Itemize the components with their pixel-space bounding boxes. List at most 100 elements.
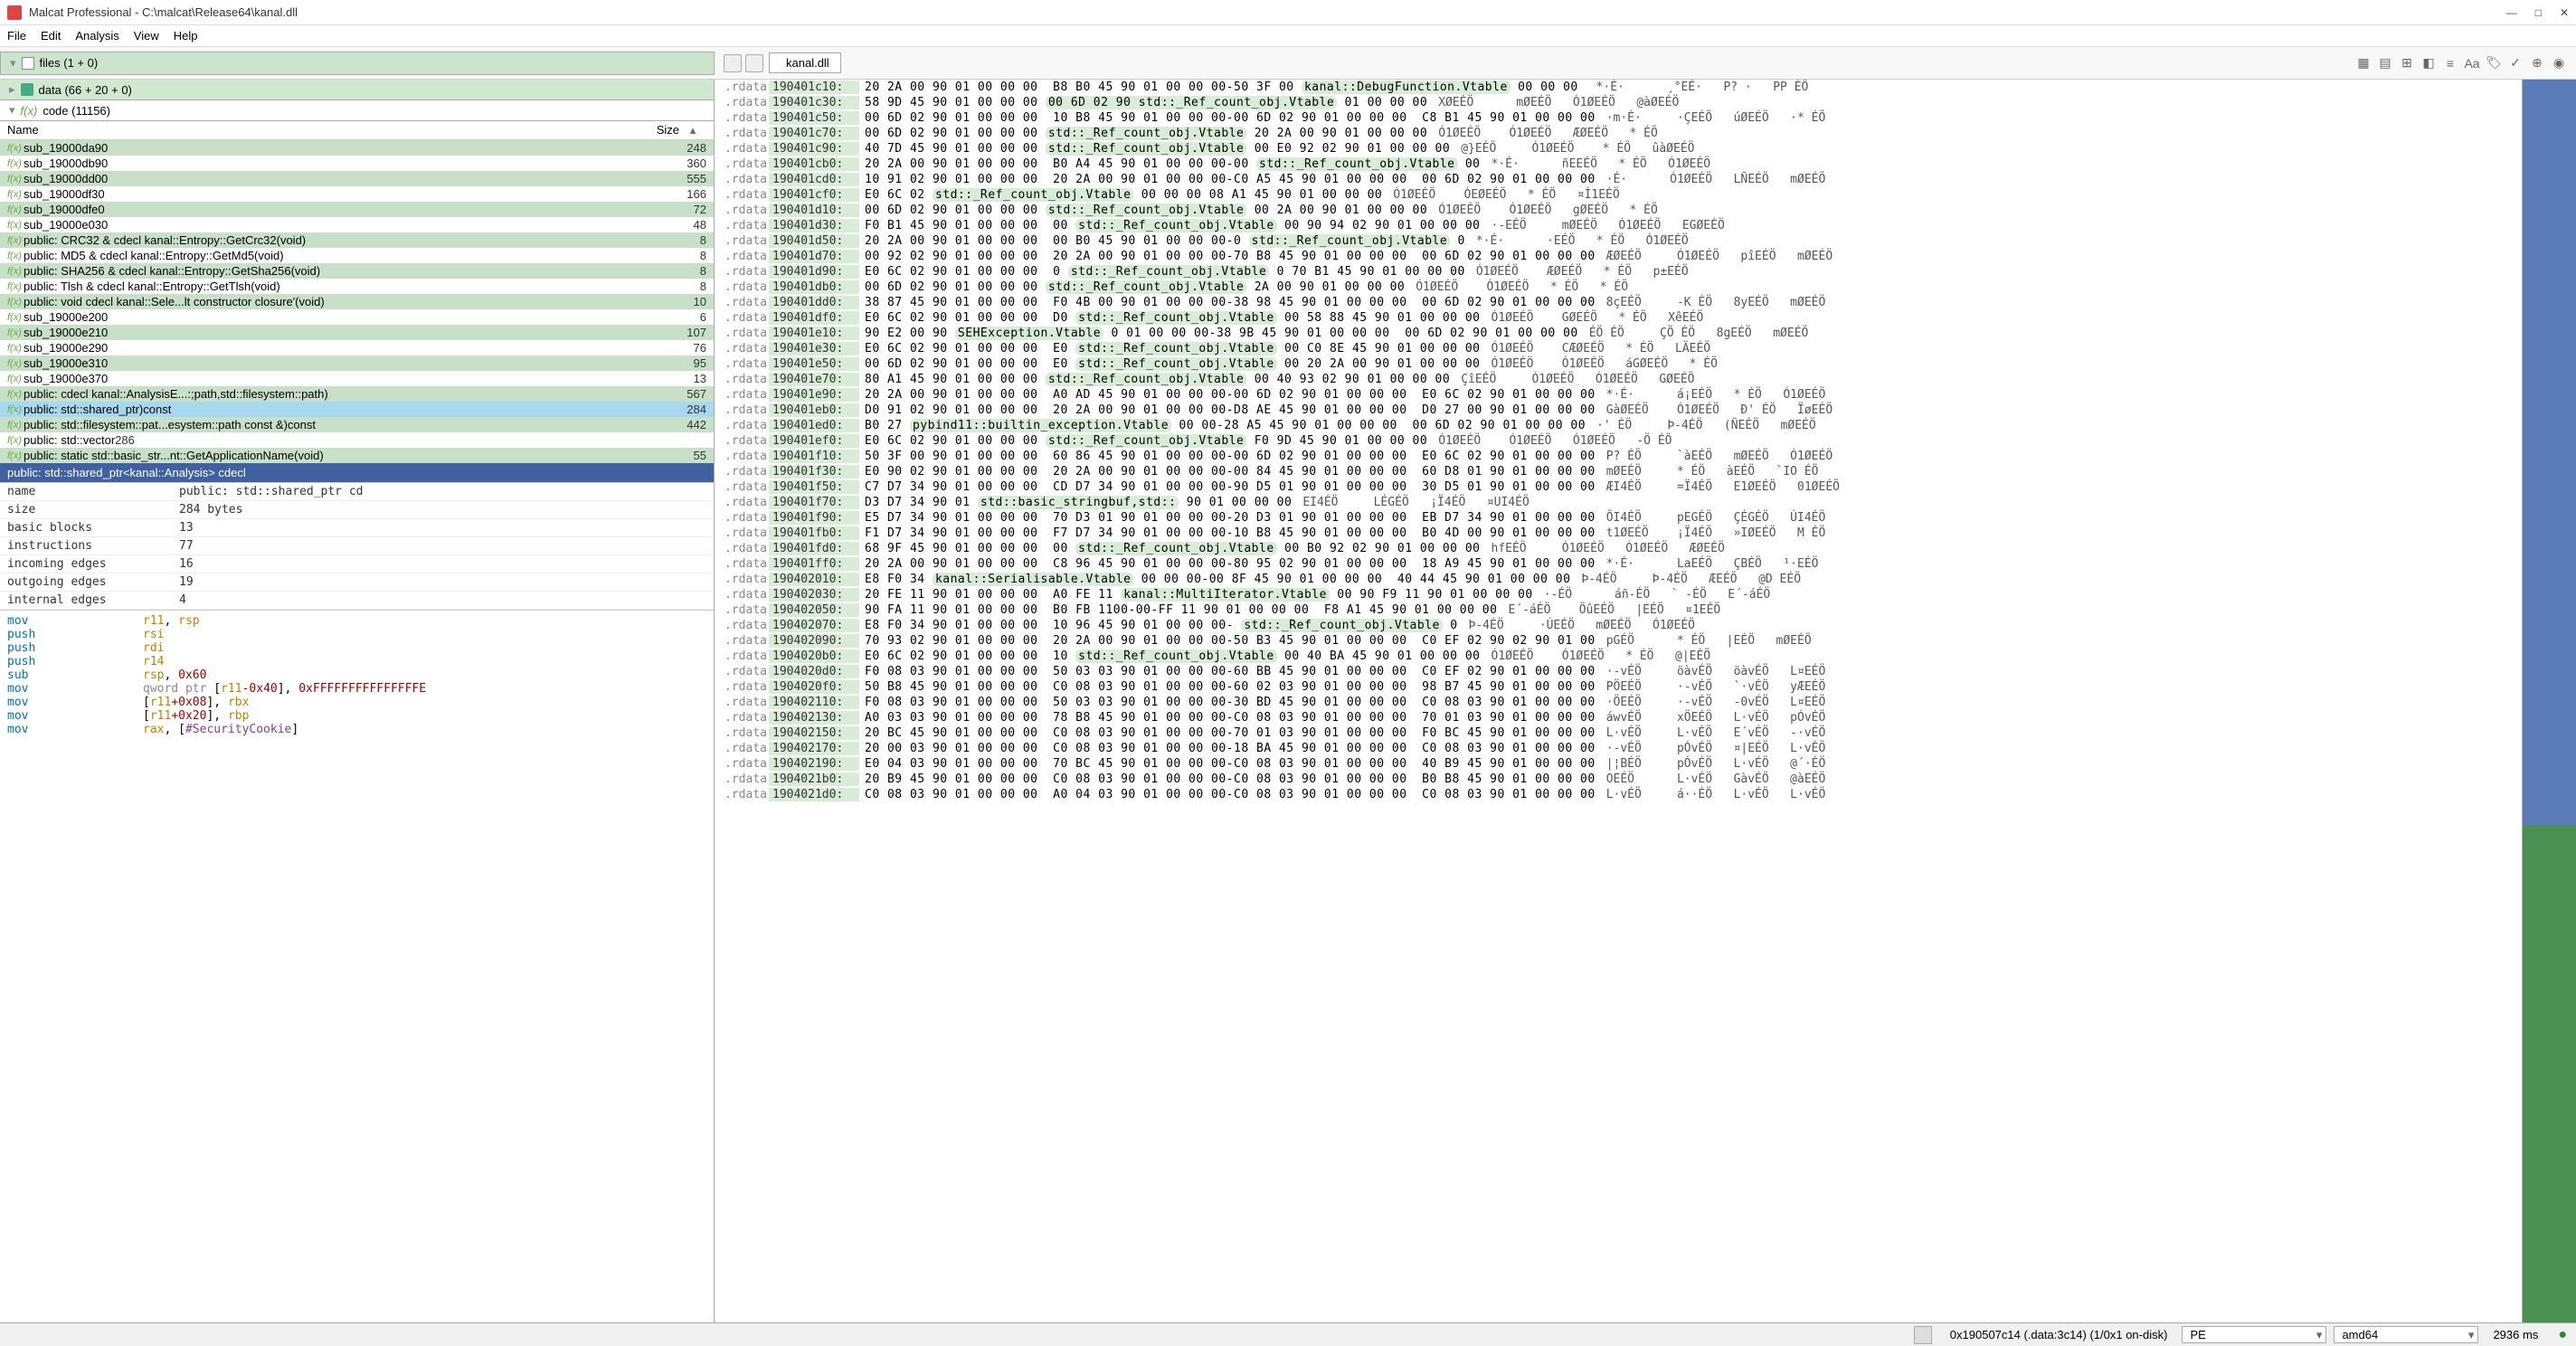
hex-line[interactable]: .rdata190401c10:20 2A 00 90 01 00 00 00 … <box>715 80 2522 95</box>
symbol-ref[interactable]: std::_Ref_count_obj.Vtable <box>1249 234 1451 248</box>
function-row[interactable]: f(x)public: MD5 & cdecl kanal::Entropy::… <box>0 248 714 263</box>
function-row[interactable]: f(x)sub_19000e2006 <box>0 309 714 325</box>
symbol-ref[interactable]: std::_Ref_count_obj.Vtable <box>1075 342 1277 355</box>
function-row[interactable]: f(x)sub_19000da90248 <box>0 140 714 156</box>
hex-line[interactable]: .rdata190401db0:00 6D 02 90 01 00 00 00 … <box>715 280 2522 295</box>
symbol-ref[interactable]: kanal::Serialisable.Vtable <box>933 573 1134 586</box>
symbol-ref[interactable]: kanal::DebugFunction.Vtable <box>1302 81 1511 94</box>
symbol-ref[interactable]: std::_Ref_count_obj.Vtable <box>1046 434 1247 448</box>
hex-line[interactable]: .rdata190402190:E0 04 03 90 01 00 00 00 … <box>715 756 2522 772</box>
symbol-ref[interactable]: std::_Ref_count_obj.Vtable <box>933 188 1134 202</box>
function-row[interactable]: f(x)public: cdecl kanal::AnalysisE...:;p… <box>0 386 714 402</box>
menu-help[interactable]: Help <box>174 29 198 43</box>
hex-line[interactable]: .rdata190401e70:80 A1 45 90 01 00 00 00 … <box>715 372 2522 387</box>
symbol-ref[interactable]: std::_Ref_count_obj.Vtable <box>1068 265 1270 279</box>
symbol-ref[interactable]: std::_Ref_count_obj.Vtable <box>1075 649 1277 663</box>
function-row[interactable]: f(x)public: std::filesystem::pat...esyst… <box>0 417 714 432</box>
hex-line[interactable]: .rdata190402030:20 FE 11 90 01 00 00 00 … <box>715 587 2522 602</box>
hex-line[interactable]: .rdata190402130:A0 03 03 90 01 00 00 00 … <box>715 710 2522 725</box>
arch-dropdown[interactable]: amd64 <box>2334 1326 2478 1343</box>
function-row[interactable]: f(x)sub_19000e29076 <box>0 340 714 355</box>
view-icon-9[interactable]: ⊕ <box>2527 53 2547 73</box>
close-button[interactable]: ✕ <box>2560 6 2569 19</box>
function-row[interactable]: f(x)public: std::vector286 <box>0 432 714 448</box>
hex-line[interactable]: .rdata1904020d0:F0 08 03 90 01 00 00 00 … <box>715 664 2522 679</box>
symbol-ref[interactable]: std::_Ref_count_obj.Vtable <box>1075 219 1277 232</box>
hex-line[interactable]: .rdata190401c70:00 6D 02 90 01 00 00 00 … <box>715 126 2522 141</box>
symbol-ref[interactable]: std::_Ref_count_obj.Vtable <box>1046 142 1247 156</box>
view-icon-8[interactable]: ✓ <box>2505 53 2525 73</box>
function-row[interactable]: f(x)public: SHA256 & cdecl kanal::Entrop… <box>0 263 714 279</box>
hex-line[interactable]: .rdata1904020f0:50 B8 45 90 01 00 00 00 … <box>715 679 2522 695</box>
function-row[interactable]: f(x)sub_19000e31095 <box>0 355 714 371</box>
view-icon-10[interactable]: ◉ <box>2549 53 2569 73</box>
menu-view[interactable]: View <box>134 29 159 43</box>
symbol-ref[interactable]: SEHException.Vtable <box>955 327 1103 340</box>
function-row[interactable]: f(x)public: void cdecl kanal::Sele...lt … <box>0 294 714 309</box>
hex-line[interactable]: .rdata190401ef0:E0 6C 02 90 01 00 00 00 … <box>715 433 2522 449</box>
hex-line[interactable]: .rdata190401ff0:20 2A 00 90 01 00 00 00 … <box>715 556 2522 572</box>
function-row[interactable]: f(x)sub_19000e37013 <box>0 371 714 386</box>
minimap[interactable] <box>2522 80 2576 1322</box>
sort-indicator[interactable]: ▴ <box>679 123 706 137</box>
hex-line[interactable]: .rdata190401c30:58 9D 45 90 01 00 00 00 … <box>715 95 2522 110</box>
symbol-ref[interactable]: std::_Ref_count_obj.Vtable <box>1256 157 1458 171</box>
hex-line[interactable]: .rdata190401cb0:20 2A 00 90 01 00 00 00 … <box>715 156 2522 172</box>
hex-line[interactable]: .rdata190401d30:F0 B1 45 90 01 00 00 00 … <box>715 218 2522 233</box>
hex-line[interactable]: .rdata190401c50:00 6D 02 90 01 00 00 00 … <box>715 110 2522 126</box>
hex-line[interactable]: .rdata190401e30:E0 6C 02 90 01 00 00 00 … <box>715 341 2522 356</box>
symbol-ref[interactable]: std::_Ref_count_obj.Vtable <box>1046 204 1247 217</box>
symbol-ref[interactable]: std::_Ref_count_obj.Vtable <box>1075 311 1277 325</box>
hex-line[interactable]: .rdata1904020b0:E0 6C 02 90 01 00 00 00 … <box>715 649 2522 664</box>
view-icon-2[interactable]: ▤ <box>2375 53 2395 73</box>
col-size[interactable]: Size <box>607 123 679 137</box>
maximize-button[interactable]: □ <box>2535 6 2542 19</box>
hex-line[interactable]: .rdata190401d10:00 6D 02 90 01 00 00 00 … <box>715 203 2522 218</box>
function-row[interactable]: f(x)sub_19000dd00555 <box>0 171 714 186</box>
function-list[interactable]: f(x)sub_19000da90248f(x)sub_19000db90360… <box>0 140 714 463</box>
function-row[interactable]: f(x)sub_19000df30166 <box>0 186 714 202</box>
hex-line[interactable]: .rdata190401df0:E0 6C 02 90 01 00 00 00 … <box>715 310 2522 326</box>
format-dropdown[interactable]: PE <box>2182 1326 2326 1343</box>
function-row[interactable]: f(x)sub_19000dfe072 <box>0 202 714 217</box>
hex-line[interactable]: .rdata190401d50:20 2A 00 90 01 00 00 00 … <box>715 233 2522 249</box>
function-row[interactable]: f(x)public: std::shared_ptr)const284 <box>0 402 714 417</box>
save-icon[interactable] <box>745 54 763 72</box>
hex-line[interactable]: .rdata190401f50:C7 D7 34 90 01 00 00 00 … <box>715 479 2522 495</box>
hex-line[interactable]: .rdata190401cd0:10 91 02 90 01 00 00 00 … <box>715 172 2522 187</box>
hex-line[interactable]: .rdata190401ed0:B0 27 pybind11::builtin_… <box>715 418 2522 433</box>
view-icon-5[interactable]: ≡ <box>2440 53 2460 73</box>
symbol-ref[interactable]: std::basic_stringbuf,std:: <box>978 496 1179 509</box>
symbol-ref[interactable]: std::_Ref_count_obj.Vtable <box>1241 619 1443 632</box>
minimize-button[interactable]: — <box>2506 6 2517 19</box>
symbol-ref[interactable]: std::_Ref_count_obj.Vtable <box>1046 127 1247 140</box>
hex-line[interactable]: .rdata190402050:90 FA 11 90 01 00 00 00 … <box>715 602 2522 618</box>
hex-line[interactable]: .rdata190402070:E8 F0 34 90 01 00 00 00 … <box>715 618 2522 633</box>
menu-edit[interactable]: Edit <box>41 29 61 43</box>
tree-code-header[interactable]: ▾ f(x) code (11156) <box>0 100 714 121</box>
function-row[interactable]: f(x)public: Tlsh & cdecl kanal::Entropy:… <box>0 279 714 294</box>
hex-line[interactable]: .rdata190401e10:90 E2 00 90 SEHException… <box>715 326 2522 341</box>
menu-file[interactable]: File <box>7 29 26 43</box>
function-row[interactable]: f(x)sub_19000e03048 <box>0 217 714 232</box>
symbol-ref[interactable]: std::_Ref_count_obj.Vtable <box>1075 542 1277 555</box>
disassembly-panel[interactable]: movr11, rsppushrsipushrdipushr14subrsp, … <box>0 610 714 1322</box>
file-tab[interactable]: kanal.dll <box>769 52 841 73</box>
files-header[interactable]: ▾ files (1 + 0) <box>0 52 715 75</box>
function-row[interactable]: f(x)public: static std::basic_str...nt::… <box>0 448 714 463</box>
hex-line[interactable]: .rdata190402090:70 93 02 90 01 00 00 00 … <box>715 633 2522 649</box>
symbol-ref[interactable]: std::_Ref_count_obj.Vtable <box>1046 280 1247 294</box>
hex-line[interactable]: .rdata190402110:F0 08 03 90 01 00 00 00 … <box>715 695 2522 710</box>
view-icon-7[interactable]: 🏷 <box>2484 53 2504 73</box>
hex-line[interactable]: .rdata190401fb0:F1 D7 34 90 01 00 00 00 … <box>715 526 2522 541</box>
hex-line[interactable]: .rdata190401f90:E5 D7 34 90 01 00 00 00 … <box>715 510 2522 526</box>
view-icon-4[interactable]: ◧ <box>2419 53 2439 73</box>
function-row[interactable]: f(x)public: CRC32 & cdecl kanal::Entropy… <box>0 232 714 248</box>
hex-line[interactable]: .rdata190401f70:D3 D7 34 90 01 std::basi… <box>715 495 2522 510</box>
hex-line[interactable]: .rdata190401d90:E0 6C 02 90 01 00 00 00 … <box>715 264 2522 280</box>
hex-line[interactable]: .rdata190401cf0:E0 6C 02 std::_Ref_count… <box>715 187 2522 203</box>
col-name[interactable]: Name <box>7 123 607 137</box>
hex-line[interactable]: .rdata190401fd0:68 9F 45 90 01 00 00 00 … <box>715 541 2522 556</box>
hex-line[interactable]: .rdata190402010:E8 F0 34 kanal::Serialis… <box>715 572 2522 587</box>
hex-line[interactable]: .rdata190401dd0:38 87 45 90 01 00 00 00 … <box>715 295 2522 310</box>
